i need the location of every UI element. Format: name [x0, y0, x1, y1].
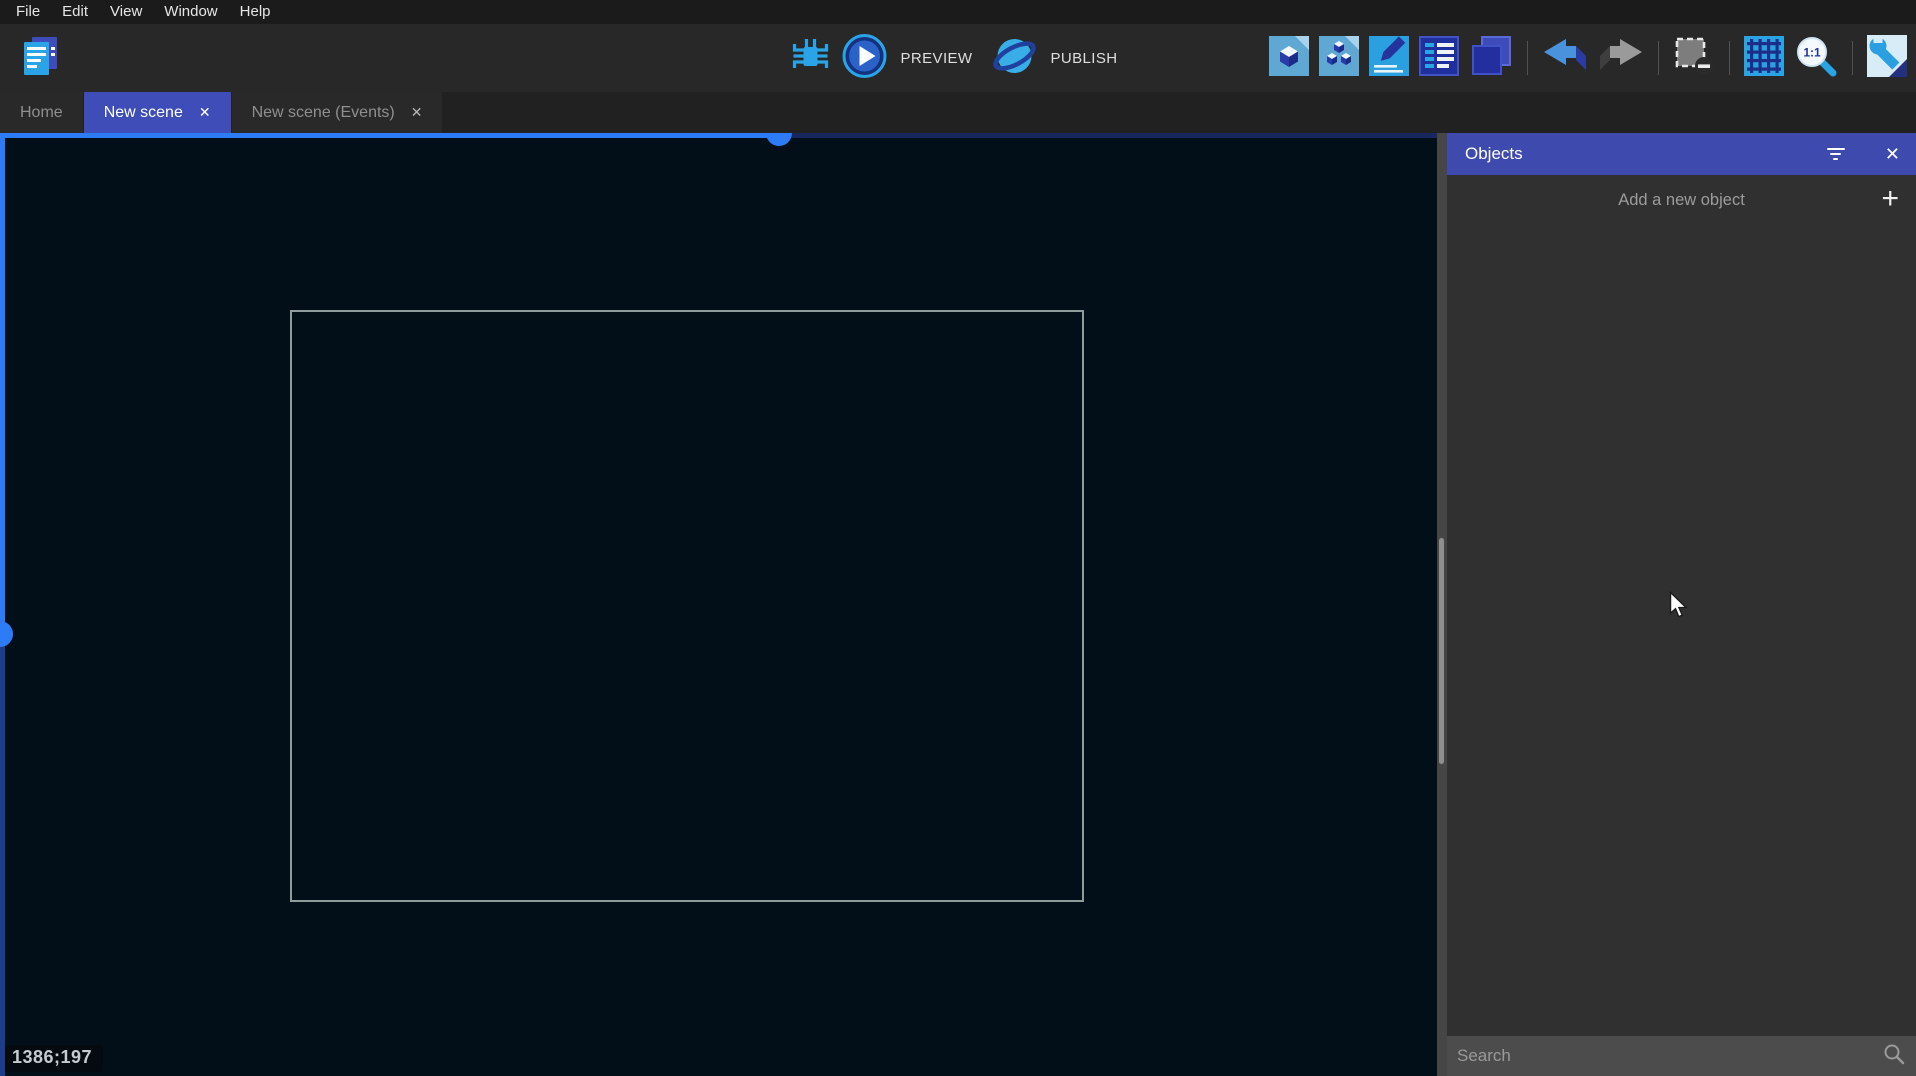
tab-home-label: Home — [20, 104, 63, 122]
search-icon — [1882, 1042, 1906, 1071]
properties-pencil-icon — [1369, 36, 1409, 81]
tab-close-icon[interactable]: ✕ — [411, 104, 423, 121]
preview-label[interactable]: PREVIEW — [901, 50, 973, 67]
plus-icon[interactable]: + — [1881, 184, 1899, 214]
search-input[interactable] — [1457, 1046, 1882, 1066]
menu-bar: File Edit View Window Help — [0, 0, 1916, 24]
preview-button[interactable] — [837, 30, 893, 86]
objects-panel: Objects ✕ Add a new object + — [1447, 133, 1916, 1076]
grid-icon — [1744, 36, 1784, 81]
add-object-button[interactable]: Add a new object + — [1447, 175, 1916, 225]
editor-tabs: Home New scene ✕ New scene (Events) ✕ — [0, 92, 1916, 133]
toolbar-divider — [1729, 41, 1730, 75]
instances-list-icon — [1419, 36, 1459, 81]
scene-canvas[interactable]: 1386;197 — [0, 133, 1437, 1076]
menu-file[interactable]: File — [5, 0, 51, 24]
vertical-scroll-thumb[interactable] — [0, 621, 13, 647]
redo-arrow-icon — [1598, 39, 1644, 78]
add-object-label: Add a new object — [1618, 191, 1745, 210]
vertical-scrollbar[interactable] — [0, 133, 5, 634]
toolbar-divider — [1658, 41, 1659, 75]
tab-new-scene[interactable]: New scene ✕ — [84, 92, 231, 133]
preview-play-icon — [842, 33, 888, 84]
menu-help[interactable]: Help — [229, 0, 282, 24]
horizontal-scroll-thumb[interactable] — [766, 133, 792, 146]
tab-new-scene-label: New scene — [104, 104, 183, 122]
close-icon[interactable]: ✕ — [1885, 145, 1900, 163]
objects-editor-button[interactable] — [1264, 30, 1314, 86]
toolbar-divider — [1527, 41, 1528, 75]
undo-button[interactable] — [1537, 30, 1593, 86]
cursor-coordinates-label: 1386;197 — [5, 1045, 103, 1072]
deselect-icon — [1673, 35, 1715, 82]
project-manager-icon — [21, 35, 59, 82]
properties-button[interactable] — [1364, 30, 1414, 86]
publish-globe-icon — [991, 33, 1037, 84]
publish-label[interactable]: PUBLISH — [1050, 50, 1117, 67]
tab-home[interactable]: Home — [0, 92, 83, 133]
objects-search-bar — [1447, 1036, 1916, 1076]
grid-button[interactable] — [1739, 30, 1789, 86]
redo-button[interactable] — [1593, 30, 1649, 86]
debug-bug-icon — [790, 35, 832, 82]
layers-button[interactable] — [1464, 30, 1518, 86]
objects-panel-header: Objects ✕ — [1447, 133, 1916, 175]
toolbar-divider — [1852, 41, 1853, 75]
tab-close-icon[interactable]: ✕ — [199, 104, 211, 121]
vertical-scrollbar-track[interactable] — [0, 634, 5, 1076]
main-toolbar: PREVIEW PUBLISH — [0, 24, 1916, 92]
mouse-cursor — [1669, 591, 1688, 624]
zoom-original-button[interactable]: 1:1 — [1789, 30, 1843, 86]
game-window-frame — [290, 310, 1084, 902]
deselect-all-button[interactable] — [1668, 30, 1720, 86]
objects-editor-icon — [1269, 36, 1309, 81]
instances-list-button[interactable] — [1414, 30, 1464, 86]
horizontal-scrollbar-track[interactable] — [772, 133, 1437, 138]
layers-icon — [1469, 35, 1513, 82]
tab-new-scene-events[interactable]: New scene (Events) ✕ — [232, 92, 443, 133]
menu-window[interactable]: Window — [153, 0, 228, 24]
svg-text:1:1: 1:1 — [1803, 45, 1821, 59]
objects-panel-title: Objects — [1465, 144, 1823, 164]
menu-view[interactable]: View — [99, 0, 153, 24]
undo-arrow-icon — [1542, 39, 1588, 78]
zoom-1-1-icon: 1:1 — [1794, 34, 1838, 83]
filter-icon[interactable] — [1823, 144, 1849, 164]
object-groups-icon — [1319, 36, 1359, 81]
setup-tools-button[interactable] — [1862, 30, 1912, 86]
horizontal-scrollbar[interactable] — [0, 133, 772, 138]
objects-list-empty-area[interactable] — [1447, 225, 1916, 1036]
tab-new-scene-events-label: New scene (Events) — [252, 104, 395, 122]
wrench-icon — [1867, 35, 1907, 82]
debug-button[interactable] — [785, 30, 837, 86]
publish-button[interactable] — [986, 30, 1042, 86]
project-manager-button[interactable] — [16, 30, 64, 86]
divider-scroll-thumb[interactable] — [1439, 538, 1444, 764]
object-groups-button[interactable] — [1314, 30, 1364, 86]
panel-divider[interactable] — [1437, 133, 1447, 1076]
menu-edit[interactable]: Edit — [51, 0, 99, 24]
